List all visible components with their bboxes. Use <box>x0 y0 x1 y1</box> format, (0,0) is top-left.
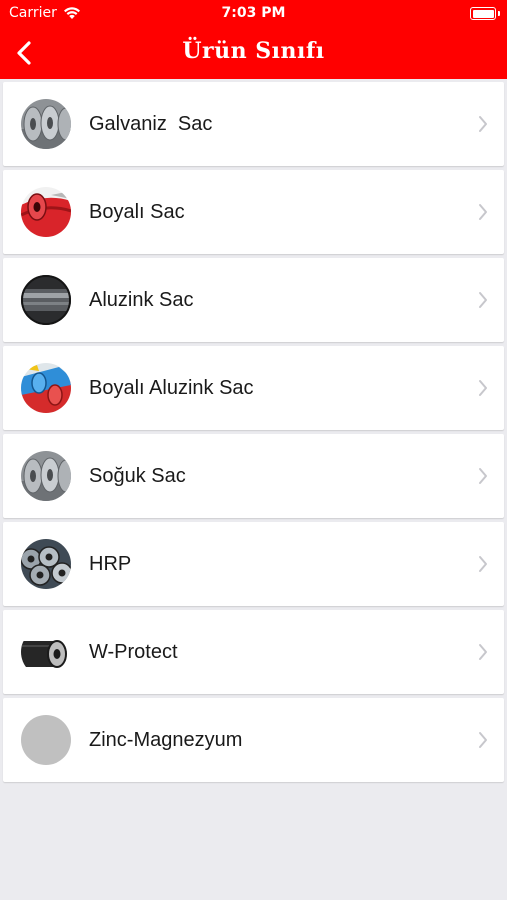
chevron-right-icon <box>479 732 487 748</box>
product-thumbnail <box>21 363 71 413</box>
product-name: Boyalı Aluzink Sac <box>89 377 254 399</box>
product-thumbnail <box>21 187 71 237</box>
product-name: Galvaniz Sac <box>89 113 213 135</box>
placeholder-thumbnail <box>21 715 71 765</box>
product-name: HRP <box>89 553 132 575</box>
product-thumbnail <box>21 627 71 677</box>
list-item[interactable]: Aluzink Sac <box>3 258 504 342</box>
list-item[interactable]: Boyalı Sac <box>3 170 504 254</box>
product-name: Boyalı Sac <box>89 201 185 223</box>
chevron-right-icon <box>479 556 487 572</box>
product-thumbnail <box>21 539 71 589</box>
list-item[interactable]: HRP <box>3 522 504 606</box>
chevron-right-icon <box>479 204 487 220</box>
navigation-bar: Ürün Sınıfı <box>0 29 507 79</box>
page-title: Ürün Sınıfı <box>182 38 325 64</box>
product-name: Zinc-Magnezyum <box>89 729 243 751</box>
list-item[interactable]: W-Protect <box>3 610 504 694</box>
product-list: Galvaniz Sac Boyalı Sac Aluzink Sac Boya… <box>3 82 504 786</box>
chevron-right-icon <box>479 292 487 308</box>
chevron-right-icon <box>479 116 487 132</box>
product-thumbnail <box>21 451 71 501</box>
chevron-right-icon <box>479 468 487 484</box>
chevron-right-icon <box>479 644 487 660</box>
product-name: W-Protect <box>89 641 178 663</box>
status-bar: Carrier 7:03 PM <box>0 0 507 29</box>
product-name: Soğuk Sac <box>89 465 186 487</box>
list-item[interactable]: Zinc-Magnezyum <box>3 698 504 782</box>
list-item[interactable]: Galvaniz Sac <box>3 82 504 166</box>
battery-tip <box>498 11 500 16</box>
status-time: 7:03 PM <box>221 5 286 21</box>
product-name: Aluzink Sac <box>89 289 194 311</box>
chevron-right-icon <box>479 380 487 396</box>
list-item[interactable]: Boyalı Aluzink Sac <box>3 346 504 430</box>
list-item[interactable]: Soğuk Sac <box>3 434 504 518</box>
battery-icon <box>470 7 496 20</box>
product-thumbnail <box>21 275 71 325</box>
product-thumbnail <box>21 99 71 149</box>
